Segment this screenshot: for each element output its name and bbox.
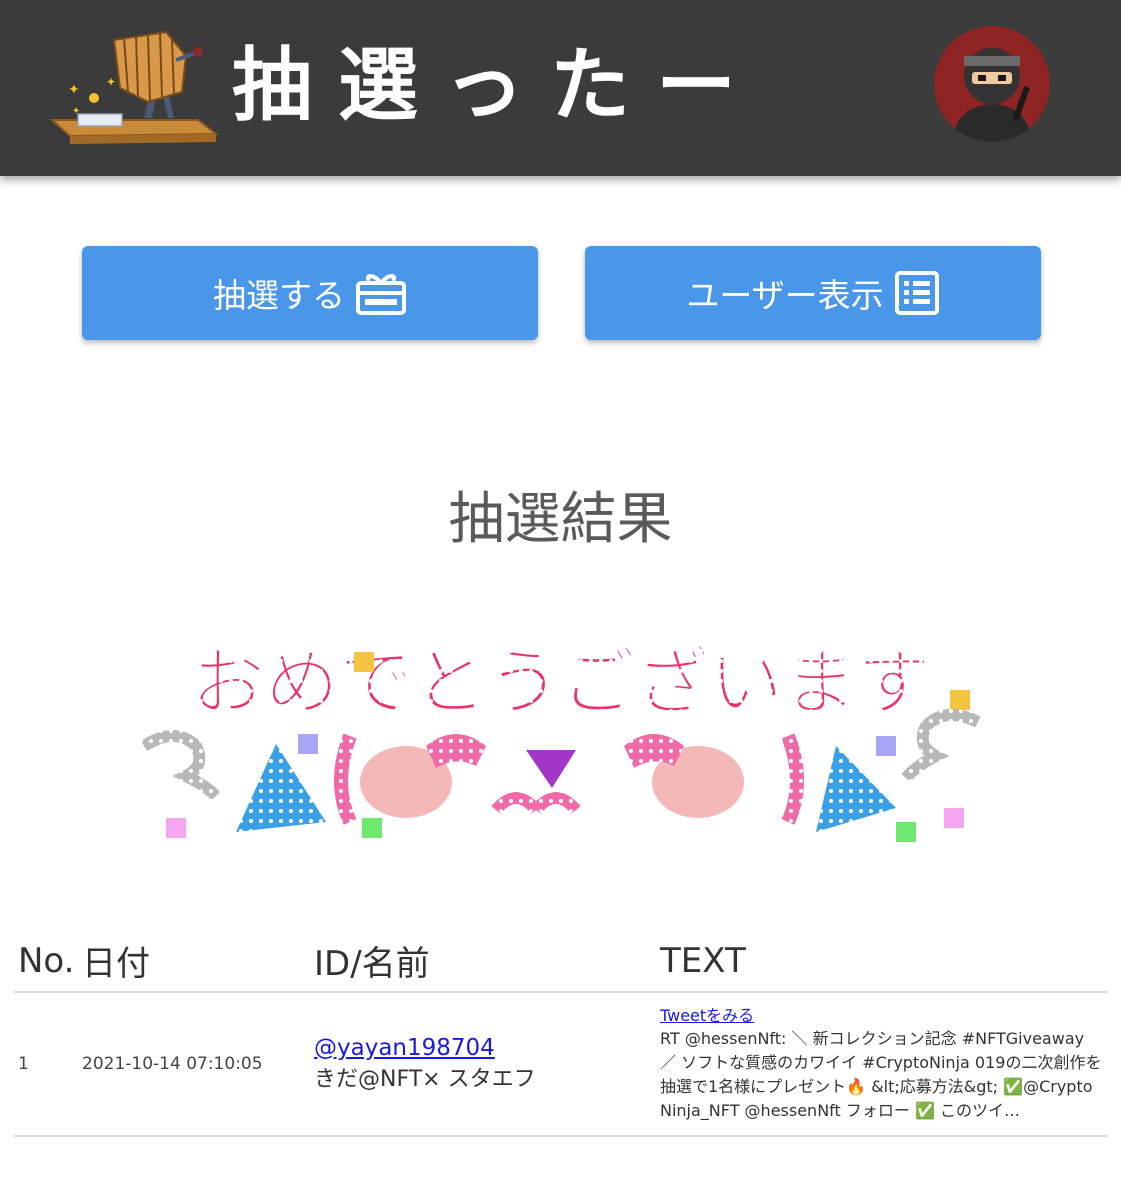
draw-button-label: 抽選する	[213, 276, 345, 315]
app-header: ✦ ✦ ✦ 抽選ったー	[0, 0, 1121, 176]
list-icon	[894, 270, 940, 316]
row-no: 1	[14, 992, 78, 1137]
tweet-text: RT @hessenNft: ＼ 新コレクション記念 #NFTGiveaway …	[660, 1029, 1102, 1120]
row-date: 2021-10-14 07:10:05	[78, 992, 310, 1137]
congratulations-banner: おめでとうございます	[136, 596, 986, 858]
table-header-row: No. 日付 ID/名前 TEXT	[14, 930, 1108, 993]
view-tweet-link[interactable]: Tweetをみる	[660, 1005, 1104, 1027]
app-title: 抽選ったー	[232, 38, 762, 132]
banner-text: おめでとうございます	[191, 640, 931, 726]
lottery-drum-icon[interactable]: ✦ ✦ ✦	[48, 22, 220, 150]
header-text: TEXT	[656, 930, 1108, 993]
show-users-button[interactable]: ユーザー表示	[585, 246, 1041, 340]
results-table: No. 日付 ID/名前 TEXT 1 2021-10-14 07:10:05 …	[14, 930, 1108, 1137]
draw-button[interactable]: 抽選する	[82, 246, 538, 340]
svg-text:✦: ✦	[106, 75, 116, 89]
svg-text:✦: ✦	[72, 106, 80, 117]
header-no: No.	[14, 930, 78, 993]
user-avatar[interactable]	[934, 26, 1050, 142]
header-id-name: ID/名前	[310, 930, 656, 993]
user-id-link[interactable]: @yayan198704	[314, 1032, 652, 1064]
row-id-name-cell: @yayan198704 きだ@NFT× スタエフ	[310, 992, 656, 1137]
user-name: きだ@NFT× スタエフ	[314, 1067, 536, 1092]
header-date: 日付	[78, 930, 310, 993]
show-users-button-label: ユーザー表示	[686, 276, 884, 315]
table-row: 1 2021-10-14 07:10:05 @yayan198704 きだ@NF…	[14, 992, 1108, 1137]
result-title: 抽選結果	[448, 487, 673, 552]
svg-text:✦: ✦	[68, 82, 80, 98]
gift-box-icon	[355, 271, 407, 315]
row-text-cell: Tweetをみる RT @hessenNft: ＼ 新コレクション記念 #NFT…	[656, 992, 1108, 1137]
